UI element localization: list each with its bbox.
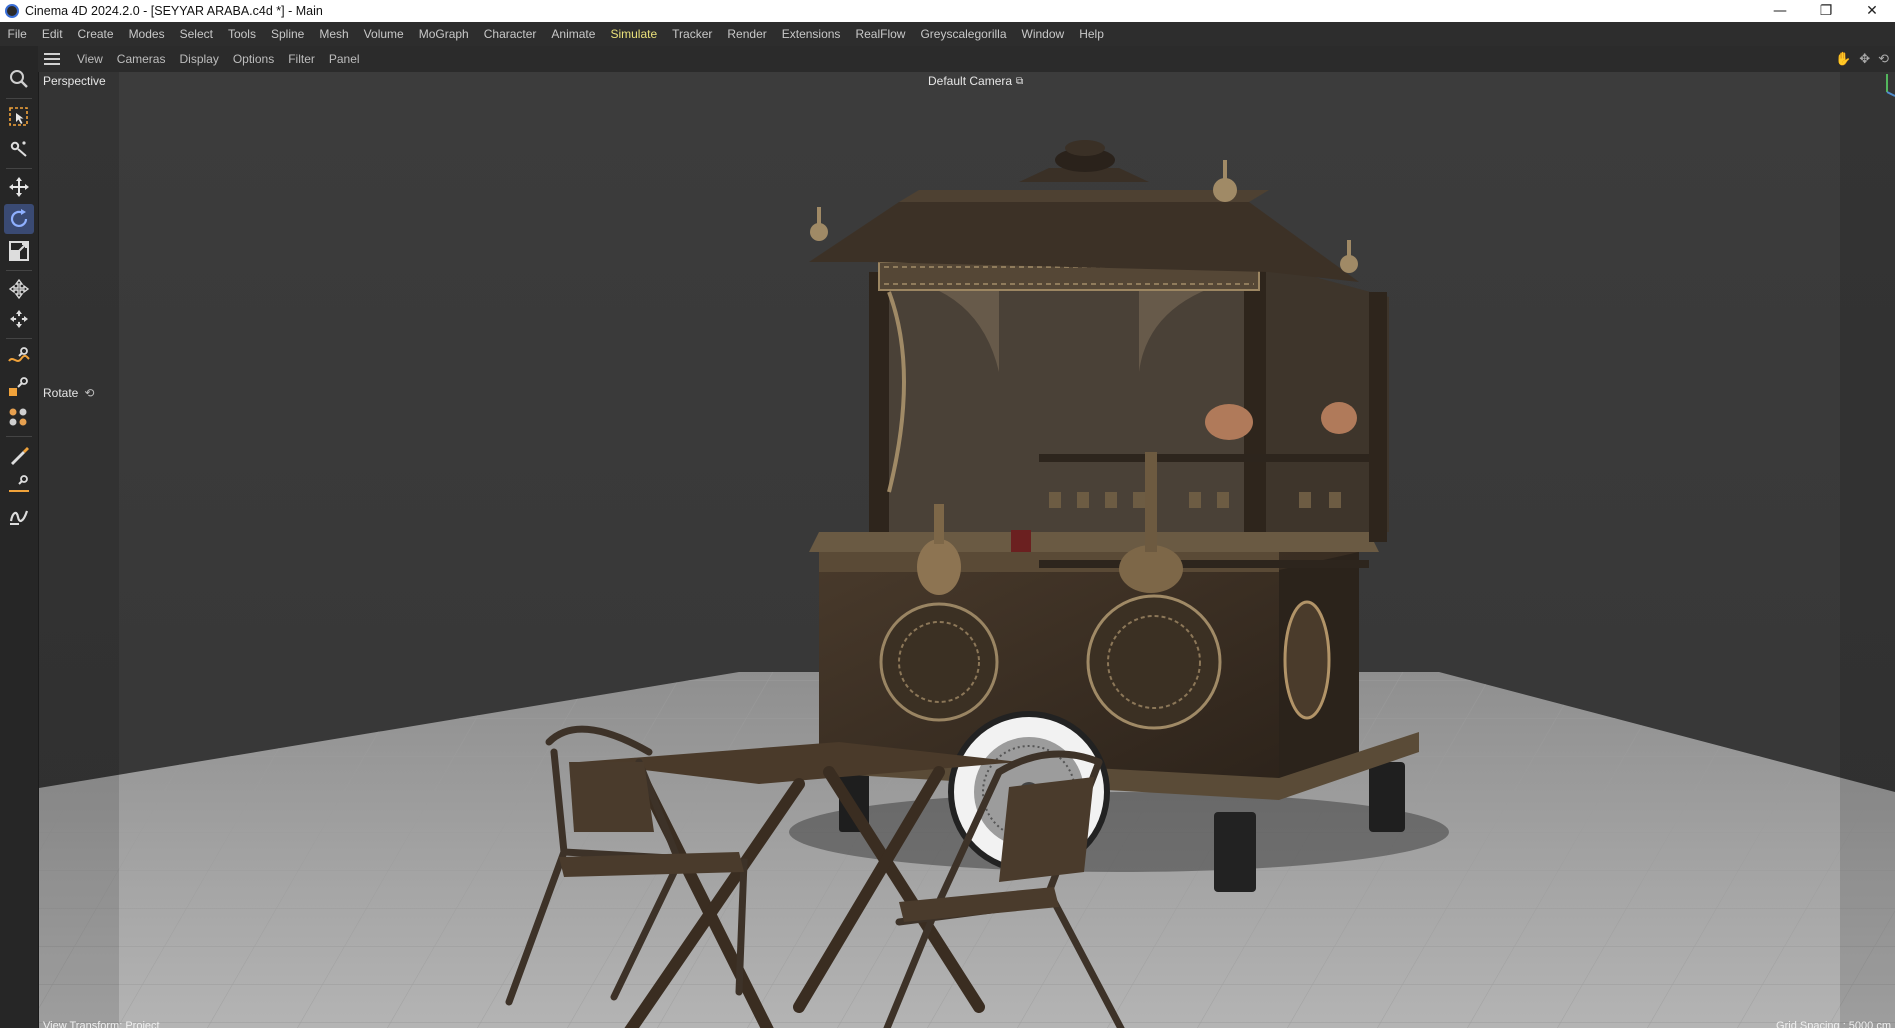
- menu-greyscalegorilla[interactable]: Greyscalegorilla: [913, 27, 1014, 41]
- tool-hint: Rotate ⟲: [43, 386, 94, 400]
- viewport-menu-view[interactable]: View: [70, 52, 110, 66]
- scale-icon[interactable]: [4, 236, 34, 266]
- close-button[interactable]: ✕: [1849, 0, 1895, 22]
- menu-volume[interactable]: Volume: [356, 27, 411, 41]
- viewport-menu-panel[interactable]: Panel: [322, 52, 367, 66]
- cinema4d-logo-icon: [5, 4, 19, 18]
- grid-spacing-status: Grid Spacing : 5000 cm: [1776, 1020, 1891, 1028]
- camera-name: Default Camera: [928, 74, 1013, 88]
- menu-spline[interactable]: Spline: [263, 27, 311, 41]
- tool-palette: [0, 46, 39, 1028]
- viewport-menu-cameras[interactable]: Cameras: [110, 52, 173, 66]
- transfer-icon[interactable]: [4, 274, 34, 304]
- brush-icon[interactable]: [4, 440, 34, 470]
- menu-modes[interactable]: Modes: [121, 27, 172, 41]
- restore-button[interactable]: ❐: [1803, 0, 1849, 22]
- dolly-icon[interactable]: ✥: [1859, 51, 1870, 67]
- menu-tracker[interactable]: Tracker: [665, 27, 720, 41]
- menu-window[interactable]: Window: [1014, 27, 1072, 41]
- menu-simulate[interactable]: Simulate: [603, 27, 665, 41]
- menu-realflow[interactable]: RealFlow: [848, 27, 913, 41]
- menu-character[interactable]: Character: [476, 27, 544, 41]
- tool-hint-label: Rotate: [43, 386, 79, 400]
- sculpt-icon[interactable]: [4, 500, 34, 530]
- viewport-menu-options[interactable]: Options: [226, 52, 281, 66]
- view-transform-status: View Transform: Project: [43, 1020, 160, 1028]
- orbit-icon[interactable]: ⟲: [1878, 51, 1889, 67]
- menu-render[interactable]: Render: [720, 27, 774, 41]
- menu-mesh[interactable]: Mesh: [312, 27, 356, 41]
- particles-icon[interactable]: [4, 402, 34, 432]
- menu-mograph[interactable]: MoGraph: [411, 27, 476, 41]
- camera-label[interactable]: Default Camera ⧉: [928, 74, 1023, 88]
- window-titlebar: Cinema 4D 2024.2.0 - [SEYYAR ARABA.c4d *…: [0, 0, 1895, 22]
- safe-frame-left: [39, 72, 119, 1028]
- window-title: Cinema 4D 2024.2.0 - [SEYYAR ARABA.c4d *…: [25, 4, 323, 18]
- menu-animate[interactable]: Animate: [544, 27, 603, 41]
- measure-icon[interactable]: [4, 470, 34, 500]
- spline-pen-icon[interactable]: [4, 342, 34, 372]
- rotate-icon[interactable]: [4, 204, 34, 234]
- viewport-menu-icon[interactable]: [44, 53, 60, 65]
- search-icon[interactable]: [4, 64, 34, 94]
- viewport-menu: View Cameras Display Options Filter Panel: [70, 52, 367, 66]
- scene-render: [39, 72, 1895, 1028]
- tweak-icon[interactable]: [4, 134, 34, 164]
- selection-icon[interactable]: [4, 102, 34, 132]
- rotate-hint-icon: ⟲: [84, 386, 95, 400]
- viewport-nav-icons: ✋ ✥ ⟲: [1835, 46, 1895, 72]
- axis-icon[interactable]: [4, 304, 34, 334]
- minimize-button[interactable]: —: [1757, 0, 1803, 22]
- menu-help[interactable]: Help: [1072, 27, 1112, 41]
- menu-edit[interactable]: Edit: [34, 27, 70, 41]
- viewport-menu-filter[interactable]: Filter: [281, 52, 322, 66]
- main-menubar: File Edit Create Modes Select Tools Spline Mesh…: [0, 22, 1895, 46]
- viewport-menu-display[interactable]: Display: [172, 52, 225, 66]
- menu-extensions[interactable]: Extensions: [774, 27, 848, 41]
- cube-pen-icon[interactable]: [4, 372, 34, 402]
- menu-file[interactable]: File: [0, 27, 34, 41]
- perspective-viewport[interactable]: Perspective Default Camera ⧉ Rotate ⟲ Vi…: [39, 72, 1895, 1028]
- move-icon[interactable]: [4, 172, 34, 202]
- camera-link-icon: ⧉: [1016, 75, 1024, 87]
- viewport-label[interactable]: Perspective: [43, 74, 106, 88]
- menu-tools[interactable]: Tools: [220, 27, 263, 41]
- viewport-toolbar: View Cameras Display Options Filter Panel ✋ ✥…: [38, 46, 1895, 72]
- menu-select[interactable]: Select: [172, 27, 220, 41]
- safe-frame-right: [1840, 72, 1895, 1028]
- pan-hand-icon[interactable]: ✋: [1835, 51, 1851, 67]
- menu-create[interactable]: Create: [70, 27, 121, 41]
